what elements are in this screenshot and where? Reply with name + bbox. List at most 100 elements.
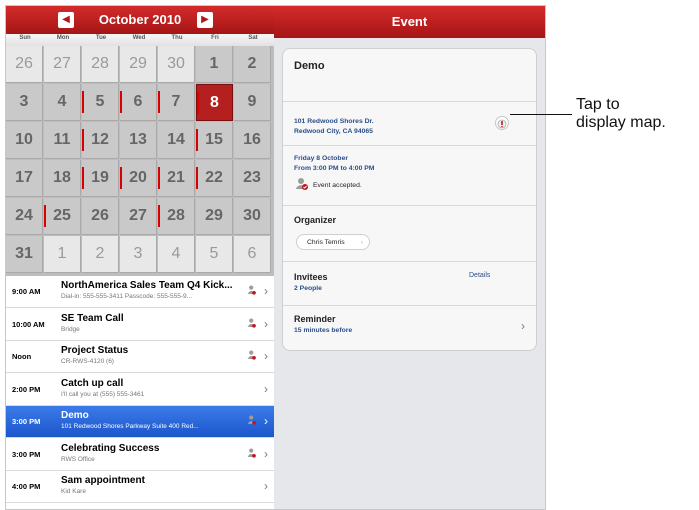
calendar-day[interactable]: 4: [44, 84, 81, 121]
calendar-day[interactable]: 17: [6, 160, 43, 197]
day-number: 4: [57, 93, 67, 110]
calendar-day[interactable]: 26: [82, 198, 119, 235]
day-number: 27: [129, 207, 147, 224]
event-row[interactable]: 2:00 PM Catch up call I'll call you at (55…: [6, 374, 274, 406]
day-of-week-label: Fri: [211, 35, 219, 41]
event-marker: [196, 167, 198, 189]
calendar-day[interactable]: 5: [82, 84, 119, 121]
calendar-day[interactable]: 9: [234, 84, 271, 121]
calendar-day[interactable]: 30: [158, 46, 195, 83]
reminder-label: Reminder: [294, 314, 336, 324]
day-number: 11: [53, 131, 71, 148]
organizer-button[interactable]: Chris Temris ›: [296, 234, 370, 250]
calendar-day[interactable]: 2: [82, 236, 119, 273]
day-number: 20: [129, 169, 147, 186]
chevron-right-icon: ›: [264, 381, 268, 396]
day-number: 26: [15, 55, 33, 72]
callout-line-1: Tap to: [576, 96, 620, 113]
next-month-button[interactable]: ▶: [197, 12, 213, 28]
calendar-day[interactable]: 6: [120, 84, 157, 121]
calendar-day[interactable]: 13: [120, 122, 157, 159]
event-name: Demo: [294, 60, 325, 72]
day-number: 7: [171, 93, 181, 110]
calendar-day[interactable]: 1: [196, 46, 233, 83]
event-row[interactable]: Noon Project Status CR-RWS-4120 (6) ›: [6, 341, 274, 373]
calendar-day[interactable]: 6: [234, 236, 271, 273]
chevron-right-icon: ›: [360, 239, 363, 246]
calendar-day[interactable]: 22: [196, 160, 233, 197]
event-row[interactable]: 10:00 AM SE Team Call Bridge ›: [6, 309, 274, 341]
event-marker: [82, 167, 84, 189]
previous-month-button[interactable]: ◀: [58, 12, 74, 28]
day-number: 15: [205, 131, 223, 148]
chevron-right-icon: ›: [264, 446, 268, 461]
invitee-status-icon: [248, 415, 256, 425]
event-title: NorthAmerica Sales Team Q4 Kick...: [61, 280, 233, 291]
invitees-details-link[interactable]: Details: [469, 272, 490, 279]
event-subtitle: RWS Office: [61, 455, 95, 463]
event-row[interactable]: 4:00 PM Sam appointment Kid Kare ›: [6, 471, 274, 503]
day-number: 8: [210, 93, 219, 111]
calendar-day[interactable]: 3: [120, 236, 157, 273]
day-number: 29: [129, 55, 147, 72]
calendar-day[interactable]: 19: [82, 160, 119, 197]
event-marker: [82, 129, 84, 151]
day-of-week-label: Thu: [171, 35, 183, 41]
calendar-day[interactable]: 7: [158, 84, 195, 121]
day-number: 1: [209, 55, 219, 72]
calendar-day-selected[interactable]: 8: [196, 84, 233, 121]
day-number: 3: [133, 245, 143, 262]
chevron-right-icon[interactable]: ›: [521, 319, 525, 333]
event-row[interactable]: 9:00 AM NorthAmerica Sales Team Q4 Kick..…: [6, 276, 274, 308]
day-number: 24: [15, 207, 33, 224]
calendar-day[interactable]: 5: [196, 236, 233, 273]
calendar-day[interactable]: 14: [158, 122, 195, 159]
calendar-day[interactable]: 24: [6, 198, 43, 235]
calendar-day[interactable]: 16: [234, 122, 271, 159]
invitees-row[interactable]: [283, 261, 536, 306]
calendar-day[interactable]: 4: [158, 236, 195, 273]
calendar-day[interactable]: 28: [82, 46, 119, 83]
day-number: 9: [247, 93, 257, 110]
event-title: SE Team Call: [61, 312, 124, 324]
day-number: 21: [167, 169, 185, 186]
event-address[interactable]: 101 Redwood Shores Dr. Redwood City, CA …: [294, 117, 374, 137]
calendar-day[interactable]: 26: [6, 46, 43, 83]
calendar-day[interactable]: 29: [196, 198, 233, 235]
event-time-range: From 3:00 PM to 4:00 PM: [294, 165, 375, 172]
calendar-day[interactable]: 20: [120, 160, 157, 197]
calendar-day[interactable]: 12: [82, 122, 119, 159]
event-marker: [197, 92, 199, 114]
calendar-day[interactable]: 28: [158, 198, 195, 235]
calendar-day[interactable]: 3: [6, 84, 43, 121]
calendar-day[interactable]: 2: [234, 46, 271, 83]
show-map-button[interactable]: [495, 116, 509, 130]
chevron-right-icon: ›: [264, 479, 268, 493]
calendar-day[interactable]: 29: [120, 46, 157, 83]
day-of-week-label: Tue: [95, 35, 107, 41]
calendar-day[interactable]: 18: [44, 160, 81, 197]
address-line-1: 101 Redwood Shores Dr.: [294, 118, 374, 125]
calendar-day[interactable]: 23: [234, 160, 271, 197]
calendar-day[interactable]: 21: [158, 160, 195, 197]
day-number: 12: [91, 131, 109, 148]
event-title: Project Status: [61, 345, 129, 356]
event-row-selected[interactable]: 3:00 PM Demo 101 Redwood Shores Parkway Su…: [6, 406, 274, 438]
event-row[interactable]: 3:00 PM Celebrating Success RWS Office ›: [6, 439, 274, 471]
calendar-day[interactable]: 15: [196, 122, 233, 159]
day-number: 10: [15, 131, 33, 148]
day-number: 1: [57, 245, 67, 262]
calendar-day[interactable]: 10: [6, 122, 43, 159]
calendar-day[interactable]: 25: [44, 198, 81, 235]
chevron-right-icon: ›: [264, 316, 268, 331]
day-number: 26: [91, 207, 109, 224]
day-number: 6: [133, 93, 143, 110]
day-number: 5: [209, 245, 219, 262]
calendar-day[interactable]: 1: [44, 236, 81, 273]
calendar-day[interactable]: 31: [6, 236, 43, 273]
calendar-day[interactable]: 27: [120, 198, 157, 235]
calendar-day[interactable]: 30: [234, 198, 271, 235]
event-marker: [196, 129, 198, 151]
calendar-day[interactable]: 11: [44, 122, 81, 159]
calendar-day[interactable]: 27: [44, 46, 81, 83]
